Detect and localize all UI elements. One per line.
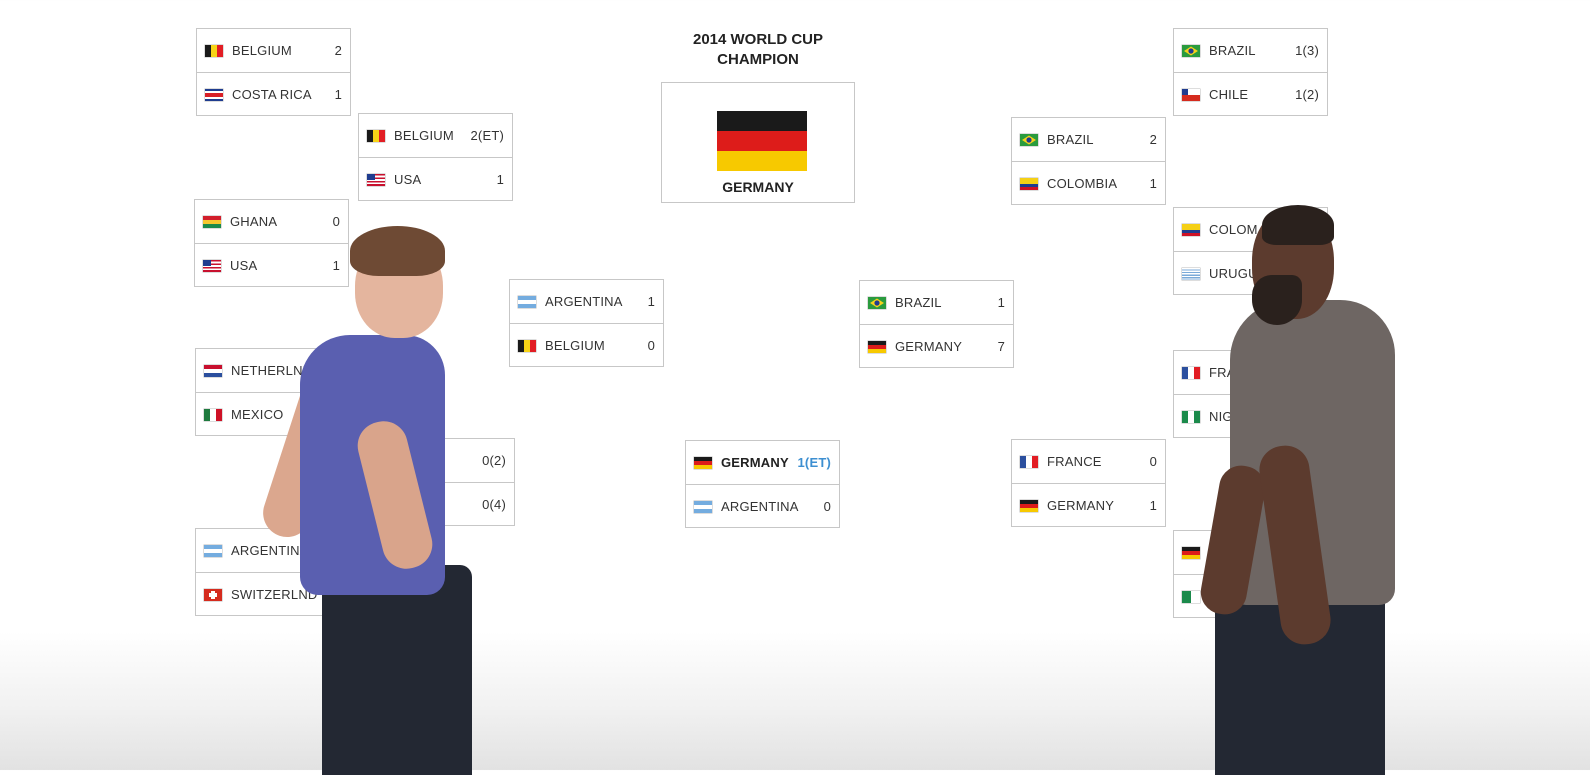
match-box: FRANCE 0 GERMANY 1 xyxy=(1011,439,1166,527)
brazil-flag-icon xyxy=(868,296,886,309)
team-row: BRAZIL 2 xyxy=(1012,118,1165,161)
team-score: 1(ET) xyxy=(797,455,831,470)
team-name: COLOMBIA xyxy=(1047,176,1118,191)
team-row: FRANCE 0 xyxy=(1012,440,1165,483)
match-box: BELGIUM 2 COSTA RICA 1 xyxy=(196,28,351,116)
argentina-flag-icon xyxy=(204,544,222,557)
team-score: 1 xyxy=(1149,176,1157,191)
team-row: ARGENTINA 1 xyxy=(510,280,663,323)
champion-title-line2: CHAMPION xyxy=(717,51,799,68)
champion-box: GERMANY xyxy=(661,82,855,203)
nigeria-flag-icon xyxy=(1182,410,1200,423)
team-row: COSTA RICA 1 xyxy=(197,72,350,116)
chile-flag-icon xyxy=(1182,88,1200,101)
team-score: 0 xyxy=(1149,454,1157,469)
colombia-flag-icon xyxy=(1182,223,1200,236)
team-name: CHILE xyxy=(1209,87,1249,102)
belgium-flag-icon xyxy=(367,129,385,142)
brazil-flag-icon xyxy=(1182,44,1200,57)
brazil-flag-icon xyxy=(1020,133,1038,146)
team-score: 1 xyxy=(496,172,504,187)
team-score: 2(ET) xyxy=(470,128,504,143)
team-name: BELGIUM xyxy=(232,43,292,58)
champion-team: GERMANY xyxy=(722,179,794,195)
team-score: 1(2) xyxy=(1295,87,1319,102)
germany-flag-icon xyxy=(694,456,712,469)
team-name: BRAZIL xyxy=(895,295,942,310)
france-flag-icon xyxy=(1020,455,1038,468)
team-row: BELGIUM 0 xyxy=(510,323,663,367)
team-row: BELGIUM 2(ET) xyxy=(359,114,512,157)
match-box-final: GERMANY 1(ET) ARGENTINA 0 xyxy=(685,440,840,528)
ghana-flag-icon xyxy=(203,215,221,228)
champion-title: 2014 WORLD CUP CHAMPION xyxy=(660,30,856,70)
germany-flag-icon xyxy=(717,111,807,171)
team-score: 1 xyxy=(647,294,655,309)
team-row: BRAZIL 1(3) xyxy=(1174,29,1327,72)
team-score: 1 xyxy=(1149,498,1157,513)
team-name: ARGENTINA xyxy=(721,499,799,514)
mexico-flag-icon xyxy=(204,408,222,421)
team-name: GERMANY xyxy=(1047,498,1115,513)
team-score: 0 xyxy=(647,338,655,353)
colombia-flag-icon xyxy=(1020,177,1038,190)
team-name: BRAZIL xyxy=(1209,43,1256,58)
team-score: 7 xyxy=(997,339,1005,354)
left-presenter xyxy=(256,220,490,775)
germany-flag-icon xyxy=(868,340,886,353)
team-row: CHILE 1(2) xyxy=(1174,72,1327,116)
team-name: FRANCE xyxy=(1047,454,1102,469)
team-row: BELGIUM 2 xyxy=(197,29,350,72)
team-name: USA xyxy=(394,172,422,187)
team-row: GERMANY 1 xyxy=(1012,483,1165,527)
belgium-flag-icon xyxy=(518,339,536,352)
team-row: GERMANY 1(ET) xyxy=(686,441,839,484)
right-presenter xyxy=(1197,205,1400,775)
team-row: ARGENTINA 0 xyxy=(686,484,839,528)
team-score: 2 xyxy=(1149,132,1157,147)
belgium-flag-icon xyxy=(205,44,223,57)
germany-flag-icon xyxy=(1182,546,1200,559)
team-score: 1 xyxy=(334,87,342,102)
champion-title-line1: 2014 WORLD CUP xyxy=(692,31,824,48)
team-score: 2 xyxy=(334,43,342,58)
france-flag-icon xyxy=(1182,366,1200,379)
team-score: 1 xyxy=(997,295,1005,310)
team-row: GERMANY 7 xyxy=(860,324,1013,368)
argentina-flag-icon xyxy=(518,295,536,308)
switzerland-flag-icon xyxy=(204,588,222,601)
match-box: BRAZIL 1(3) CHILE 1(2) xyxy=(1173,28,1328,116)
germany-flag-icon xyxy=(1020,499,1038,512)
right-presenter-beard xyxy=(1252,275,1302,325)
match-box: BRAZIL 2 COLOMBIA 1 xyxy=(1011,117,1166,205)
usa-flag-icon xyxy=(203,259,221,272)
right-presenter-hair xyxy=(1262,205,1334,245)
team-score: 1(3) xyxy=(1295,43,1319,58)
argentina-flag-icon xyxy=(694,500,712,513)
netherlands-flag-icon xyxy=(204,364,222,377)
algeria-flag-icon xyxy=(1182,590,1200,603)
team-name: GERMANY xyxy=(895,339,963,354)
left-presenter-jeans xyxy=(322,565,472,775)
usa-flag-icon xyxy=(367,173,385,186)
team-name: COSTA RICA xyxy=(232,87,312,102)
match-box: BRAZIL 1 GERMANY 7 xyxy=(859,280,1014,368)
team-score: 0 xyxy=(823,499,831,514)
left-presenter-hair xyxy=(350,226,445,276)
match-box: ARGENTINA 1 BELGIUM 0 xyxy=(509,279,664,367)
team-name: ARGENTINA xyxy=(545,294,623,309)
team-name: BRAZIL xyxy=(1047,132,1094,147)
team-name: BELGIUM xyxy=(394,128,454,143)
team-row: COLOMBIA 1 xyxy=(1012,161,1165,205)
team-row: USA 1 xyxy=(359,157,512,201)
team-name: GERMANY xyxy=(721,455,789,470)
costa-rica-flag-icon xyxy=(205,88,223,101)
team-name: BELGIUM xyxy=(545,338,605,353)
uruguay-flag-icon xyxy=(1182,267,1200,280)
match-box: BELGIUM 2(ET) USA 1 xyxy=(358,113,513,201)
team-row: BRAZIL 1 xyxy=(860,281,1013,324)
